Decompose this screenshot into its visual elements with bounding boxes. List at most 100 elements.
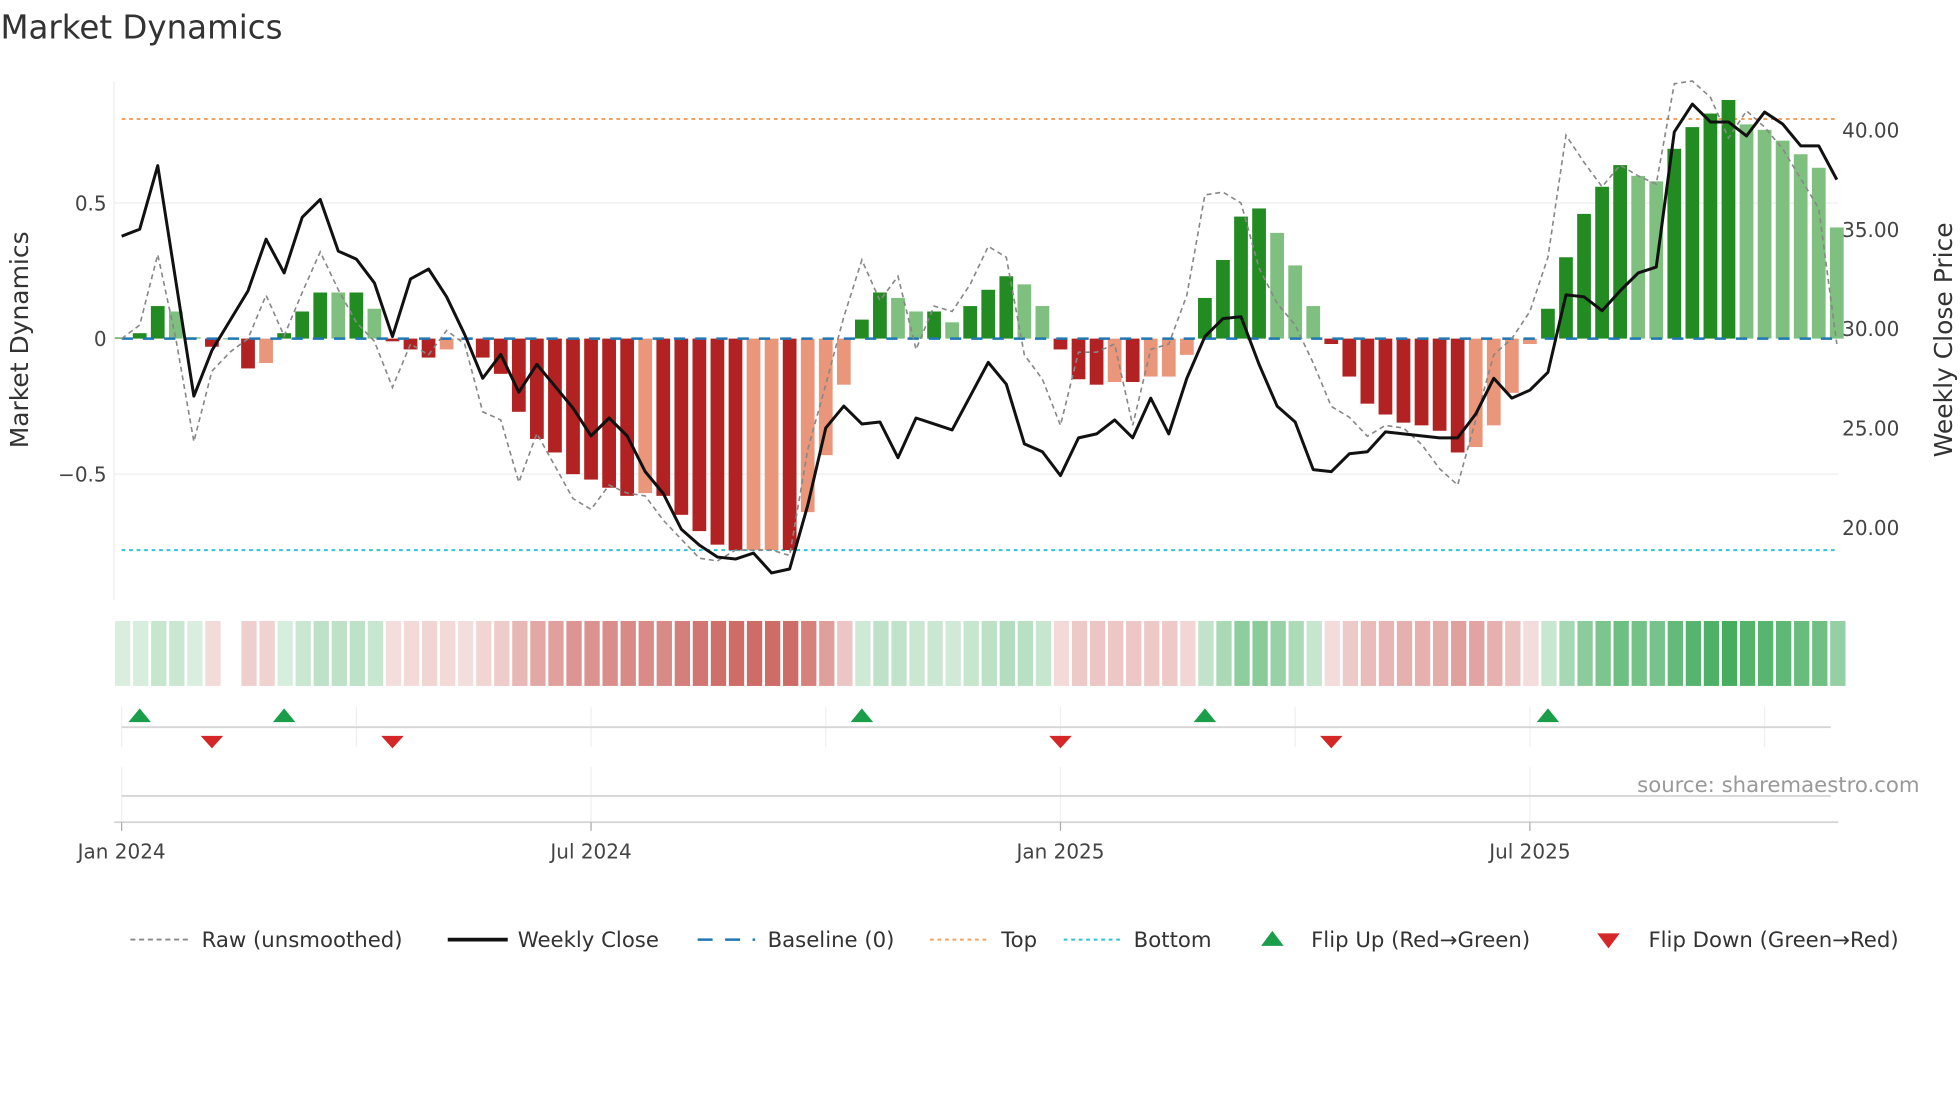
strip-cell bbox=[1288, 620, 1304, 686]
strip-cell bbox=[421, 620, 438, 686]
momentum-bar bbox=[656, 338, 671, 496]
momentum-bar bbox=[1613, 165, 1628, 339]
momentum-bar bbox=[620, 338, 635, 496]
x-tick-label: Jan 2024 bbox=[76, 839, 166, 863]
strip-cell bbox=[1667, 620, 1683, 686]
strip-cell bbox=[927, 620, 943, 686]
strip-cell bbox=[548, 620, 564, 686]
momentum-bar bbox=[1017, 284, 1032, 339]
strip-cell bbox=[385, 620, 402, 686]
strip-cell bbox=[764, 620, 781, 686]
momentum-bar bbox=[1631, 175, 1646, 339]
strip-cell bbox=[638, 620, 654, 686]
flip-up-marker bbox=[850, 708, 874, 723]
momentum-bar bbox=[782, 338, 797, 551]
strip-cell bbox=[1487, 620, 1503, 686]
strip-cell bbox=[1270, 620, 1286, 686]
strip-cell bbox=[349, 620, 366, 686]
momentum-bar bbox=[349, 292, 364, 339]
strip-cell bbox=[1649, 620, 1665, 686]
momentum-bar bbox=[1595, 186, 1609, 339]
momentum-bar bbox=[1035, 306, 1050, 339]
strip-cell bbox=[1830, 620, 1846, 686]
momentum-bar bbox=[602, 338, 616, 488]
flip-down-marker bbox=[1320, 735, 1343, 749]
strip-cell bbox=[187, 620, 203, 686]
strip-cell bbox=[115, 620, 131, 686]
strip-cell bbox=[819, 620, 835, 686]
strip-cell bbox=[945, 620, 961, 686]
strip-cell bbox=[1162, 620, 1178, 686]
strip-cell bbox=[1559, 620, 1575, 686]
strip-cell bbox=[837, 620, 853, 686]
legend-label: Weekly Close bbox=[518, 928, 659, 953]
strip-cell bbox=[1523, 620, 1539, 686]
momentum-bar bbox=[1125, 338, 1140, 382]
strip-cell bbox=[1108, 620, 1124, 686]
strip-cell bbox=[1396, 620, 1413, 686]
strip-cell bbox=[1721, 620, 1738, 686]
legend-label: Bottom bbox=[1134, 928, 1212, 953]
strip-cell bbox=[656, 620, 672, 686]
momentum-bar bbox=[1071, 338, 1086, 380]
momentum-bar bbox=[511, 338, 526, 412]
momentum-bar bbox=[1757, 129, 1772, 339]
momentum-bar bbox=[1306, 306, 1321, 339]
strip-cell bbox=[169, 620, 185, 686]
momentum-bar bbox=[1089, 338, 1104, 385]
momentum-bar bbox=[710, 338, 725, 545]
y2-tick-label: 20.00 bbox=[1842, 516, 1899, 540]
momentum-bar bbox=[241, 338, 255, 369]
momentum-bar bbox=[891, 297, 905, 339]
strip-cell bbox=[1089, 620, 1106, 686]
momentum-bar bbox=[1703, 113, 1718, 339]
strip-cell bbox=[476, 620, 492, 686]
strip-cell bbox=[855, 620, 871, 686]
strip-cell bbox=[1360, 620, 1377, 686]
strip-cell bbox=[512, 620, 528, 686]
legend-flip-up-icon bbox=[1261, 930, 1284, 946]
momentum-bar bbox=[1396, 338, 1411, 423]
source-credit: source: sharemaestro.com bbox=[1637, 773, 1919, 798]
flip-up-marker bbox=[128, 708, 151, 723]
strip-cell bbox=[1469, 620, 1485, 686]
momentum-bar bbox=[295, 311, 310, 339]
momentum-bar bbox=[818, 338, 833, 456]
strip-cell bbox=[1812, 620, 1828, 686]
legend-label: Top bbox=[1000, 928, 1037, 953]
strip-cell bbox=[963, 620, 979, 686]
strip-cell bbox=[1703, 620, 1720, 686]
strip-cell bbox=[1776, 620, 1792, 686]
strip-cell bbox=[458, 620, 474, 686]
momentum-bar bbox=[1342, 338, 1357, 377]
momentum-bar bbox=[530, 338, 544, 439]
market-dynamics-chart: Market Dynamics Jan 2024 Jul 2024 Jan 2025… bbox=[0, 9, 1958, 953]
strip-cell bbox=[1757, 620, 1774, 686]
momentum-bar bbox=[548, 338, 562, 453]
strip-cell bbox=[728, 620, 745, 686]
strip-cell bbox=[1595, 620, 1611, 686]
strip-cell bbox=[566, 620, 582, 686]
legend-label: Baseline (0) bbox=[768, 928, 895, 953]
strip-cell bbox=[241, 620, 257, 686]
momentum-bar bbox=[1053, 338, 1068, 350]
flip-down-marker bbox=[200, 735, 224, 749]
momentum-bar bbox=[728, 338, 743, 551]
strip-cell bbox=[1432, 620, 1449, 686]
chart-title: Market Dynamics bbox=[0, 9, 282, 47]
strip-cell bbox=[909, 620, 925, 686]
strip-cell bbox=[205, 620, 221, 686]
strip-cell bbox=[1071, 620, 1088, 686]
momentum-bar bbox=[1739, 124, 1754, 339]
strip-cell bbox=[403, 620, 420, 686]
momentum-bar bbox=[1360, 338, 1375, 404]
momentum-bar bbox=[1107, 338, 1122, 382]
strip-cell bbox=[1739, 620, 1756, 686]
strip-cell bbox=[494, 620, 510, 686]
y2-axis-title: Weekly Close Price bbox=[1929, 222, 1958, 457]
momentum-bar bbox=[909, 311, 923, 339]
momentum-bar bbox=[1216, 259, 1230, 339]
momentum-bar bbox=[313, 292, 328, 339]
strip-cell bbox=[1198, 620, 1214, 686]
strip-cell bbox=[891, 620, 907, 686]
